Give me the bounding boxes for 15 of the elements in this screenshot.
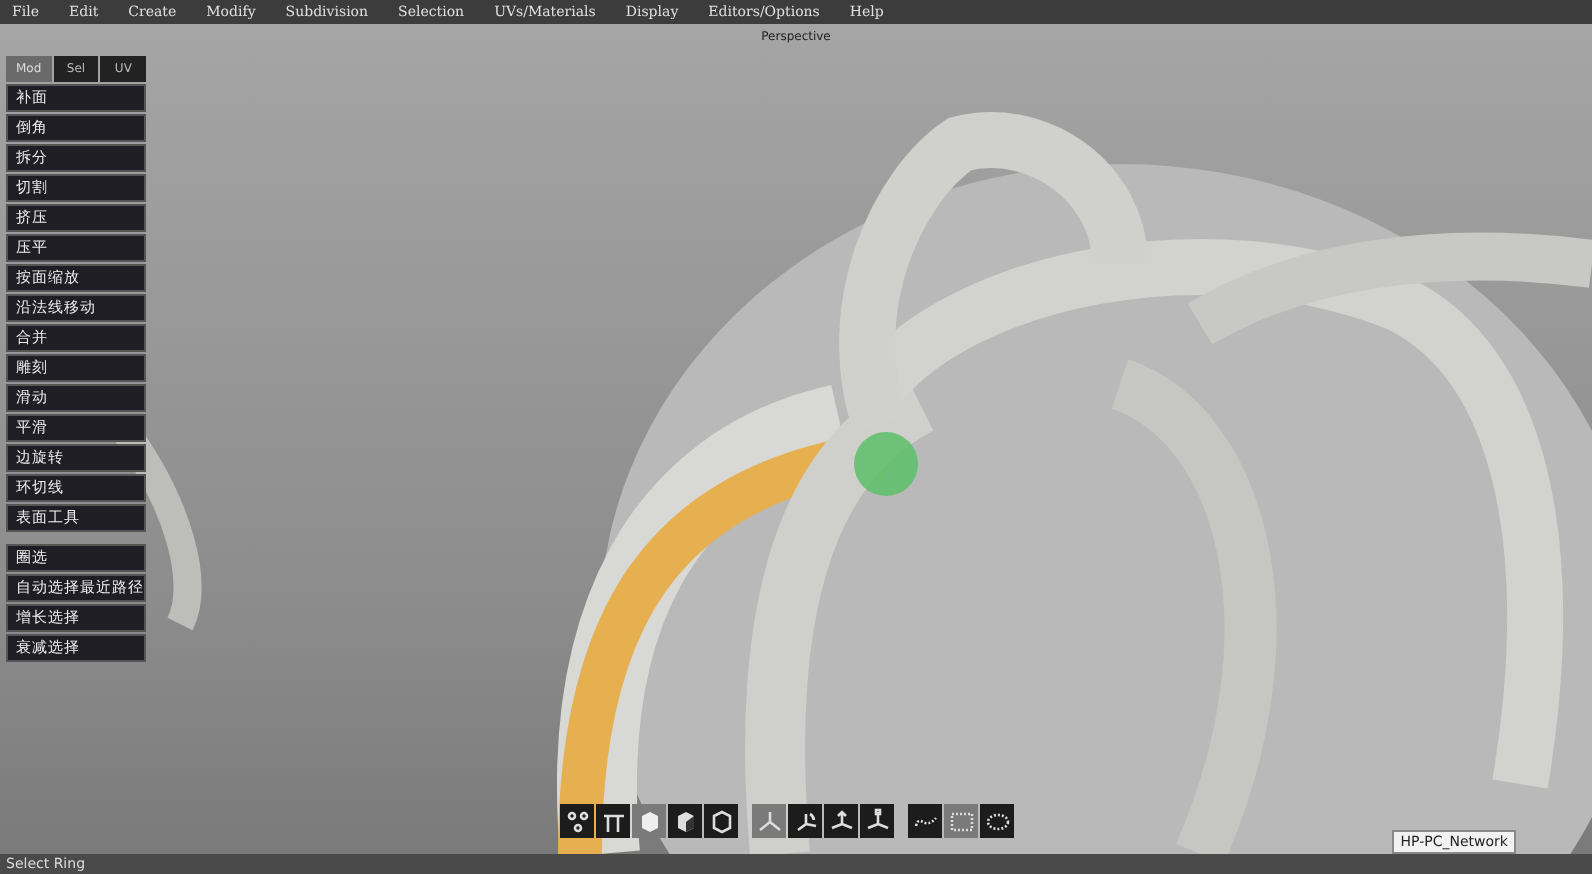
- rect-tool-icon: [947, 807, 975, 835]
- toolbar-button[interactable]: [596, 804, 630, 838]
- tri-tool-icon: [755, 807, 783, 835]
- scale-tool-icon: [863, 807, 891, 835]
- toolbar-button[interactable]: [860, 804, 894, 838]
- toolbar-button[interactable]: [788, 804, 822, 838]
- object-tool-icon: [707, 807, 735, 835]
- toolbar-button[interactable]: [824, 804, 858, 838]
- toolbar-button[interactable]: [560, 804, 594, 838]
- verts-tool-icon: [563, 807, 591, 835]
- toolbar-button[interactable]: [704, 804, 738, 838]
- toolbar-button[interactable]: [668, 804, 702, 838]
- toolbar-button[interactable]: [980, 804, 1014, 838]
- toolbar-button[interactable]: [908, 804, 942, 838]
- move-tool-icon: [827, 807, 855, 835]
